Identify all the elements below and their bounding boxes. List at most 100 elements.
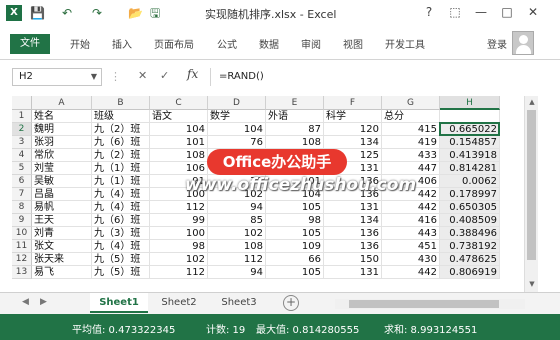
- cell-h3[interactable]: 0.154857: [440, 136, 500, 149]
- cell-a11[interactable]: 张文: [32, 240, 92, 253]
- name-box[interactable]: H2 ▼: [12, 68, 102, 86]
- cell-g2[interactable]: 415: [382, 123, 440, 136]
- row-header-12[interactable]: 12: [12, 253, 32, 266]
- sheet-tab-sheet1[interactable]: Sheet1: [90, 293, 148, 313]
- cell-d3[interactable]: 76: [208, 136, 266, 149]
- cell-a2[interactable]: 魏明: [32, 123, 92, 136]
- cell-c4[interactable]: 108: [150, 149, 208, 162]
- vertical-scrollbar[interactable]: ▲ ▼: [524, 96, 538, 292]
- cell-d11[interactable]: 108: [208, 240, 266, 253]
- cell-e3[interactable]: 108: [266, 136, 324, 149]
- cell-a9[interactable]: 王天: [32, 214, 92, 227]
- cell-e8[interactable]: 105: [266, 201, 324, 214]
- cell-b10[interactable]: 九（3）班: [92, 227, 150, 240]
- cell-e11[interactable]: 109: [266, 240, 324, 253]
- tab-page-layout[interactable]: 页面布局: [154, 36, 194, 51]
- tab-developer[interactable]: 开发工具: [385, 36, 425, 51]
- cell-b6[interactable]: 九（1）班: [92, 175, 150, 188]
- cell-c12[interactable]: 102: [150, 253, 208, 266]
- row-header-7[interactable]: 7: [12, 188, 32, 201]
- horizontal-scroll-thumb[interactable]: [349, 300, 499, 308]
- cancel-icon[interactable]: ✕: [138, 69, 147, 82]
- chevron-down-icon[interactable]: ▼: [91, 69, 97, 85]
- cell-a12[interactable]: 张天来: [32, 253, 92, 266]
- cell-f13[interactable]: 131: [324, 266, 382, 279]
- enter-icon[interactable]: ✓: [160, 69, 169, 82]
- cell-b8[interactable]: 九（4）班: [92, 201, 150, 214]
- cell-h13[interactable]: 0.806919: [440, 266, 500, 279]
- minimize-button[interactable]: —: [470, 2, 492, 22]
- cell-f2[interactable]: 120: [324, 123, 382, 136]
- tab-view[interactable]: 视图: [343, 36, 363, 51]
- cell-d10[interactable]: 102: [208, 227, 266, 240]
- row-header-9[interactable]: 9: [12, 214, 32, 227]
- cell-a5[interactable]: 刘莹: [32, 162, 92, 175]
- cell-c10[interactable]: 100: [150, 227, 208, 240]
- row-header-13[interactable]: 13: [12, 266, 32, 279]
- cell-e10[interactable]: 105: [266, 227, 324, 240]
- cell-b12[interactable]: 九（5）班: [92, 253, 150, 266]
- ribbon-display-button[interactable]: ⬚: [444, 2, 466, 22]
- vertical-scroll-thumb[interactable]: [527, 110, 536, 260]
- cell-c5[interactable]: 106: [150, 162, 208, 175]
- cell-e1[interactable]: 外语: [266, 110, 324, 123]
- tab-file[interactable]: 文件: [10, 34, 50, 54]
- cell-c2[interactable]: 104: [150, 123, 208, 136]
- cell-c1[interactable]: 语文: [150, 110, 208, 123]
- cell-b7[interactable]: 九（4）班: [92, 188, 150, 201]
- cell-b3[interactable]: 九（6）班: [92, 136, 150, 149]
- cell-e13[interactable]: 105: [266, 266, 324, 279]
- drag-handle-icon[interactable]: ⋮: [110, 70, 121, 83]
- cell-b2[interactable]: 九（2）班: [92, 123, 150, 136]
- cell-g9[interactable]: 416: [382, 214, 440, 227]
- cell-b4[interactable]: 九（2）班: [92, 149, 150, 162]
- cell-h8[interactable]: 0.650305: [440, 201, 500, 214]
- cell-g1[interactable]: 总分: [382, 110, 440, 123]
- tab-review[interactable]: 审阅: [301, 36, 321, 51]
- redo-icon[interactable]: ↷: [92, 4, 102, 22]
- open-folder-icon[interactable]: 📂: [128, 4, 143, 22]
- cell-g13[interactable]: 442: [382, 266, 440, 279]
- cell-f12[interactable]: 150: [324, 253, 382, 266]
- cell-h6[interactable]: 0.0062: [440, 175, 500, 188]
- cell-g3[interactable]: 419: [382, 136, 440, 149]
- row-header-10[interactable]: 10: [12, 227, 32, 240]
- row-header-3[interactable]: 3: [12, 136, 32, 149]
- row-header-8[interactable]: 8: [12, 201, 32, 214]
- save-icon[interactable]: 💾: [30, 4, 45, 22]
- cell-g10[interactable]: 443: [382, 227, 440, 240]
- formula-input[interactable]: =RAND(): [210, 68, 530, 86]
- cell-g4[interactable]: 433: [382, 149, 440, 162]
- row-header-1[interactable]: 1: [12, 110, 32, 123]
- cell-h2[interactable]: 0.665022: [440, 123, 500, 136]
- cell-b11[interactable]: 九（4）班: [92, 240, 150, 253]
- cell-g5[interactable]: 447: [382, 162, 440, 175]
- cell-c11[interactable]: 98: [150, 240, 208, 253]
- cell-f1[interactable]: 科学: [324, 110, 382, 123]
- cell-a7[interactable]: 吕晶: [32, 188, 92, 201]
- tab-data[interactable]: 数据: [259, 36, 279, 51]
- sheet-nav-prev-icon[interactable]: ◀: [22, 297, 29, 307]
- cell-h1[interactable]: [440, 110, 500, 123]
- row-header-2[interactable]: 2: [12, 123, 32, 136]
- sheet-nav-next-icon[interactable]: ▶: [40, 297, 47, 307]
- row-header-11[interactable]: 11: [12, 240, 32, 253]
- cell-b5[interactable]: 九（1）班: [92, 162, 150, 175]
- cell-e12[interactable]: 66: [266, 253, 324, 266]
- cell-c13[interactable]: 112: [150, 266, 208, 279]
- cell-a4[interactable]: 常欣: [32, 149, 92, 162]
- add-sheet-button[interactable]: +: [283, 295, 299, 311]
- cell-g12[interactable]: 430: [382, 253, 440, 266]
- cell-h10[interactable]: 0.388496: [440, 227, 500, 240]
- insert-function-icon[interactable]: fx: [187, 67, 198, 81]
- tab-insert[interactable]: 插入: [112, 36, 132, 51]
- row-header-4[interactable]: 4: [12, 149, 32, 162]
- cell-c8[interactable]: 112: [150, 201, 208, 214]
- undo-icon[interactable]: ↶: [62, 4, 72, 22]
- cell-a6[interactable]: 吴敏: [32, 175, 92, 188]
- select-all-corner[interactable]: [12, 96, 32, 110]
- maximize-button[interactable]: □: [496, 2, 518, 22]
- column-header-f[interactable]: F: [324, 96, 382, 110]
- row-header-5[interactable]: 5: [12, 162, 32, 175]
- cell-d1[interactable]: 数学: [208, 110, 266, 123]
